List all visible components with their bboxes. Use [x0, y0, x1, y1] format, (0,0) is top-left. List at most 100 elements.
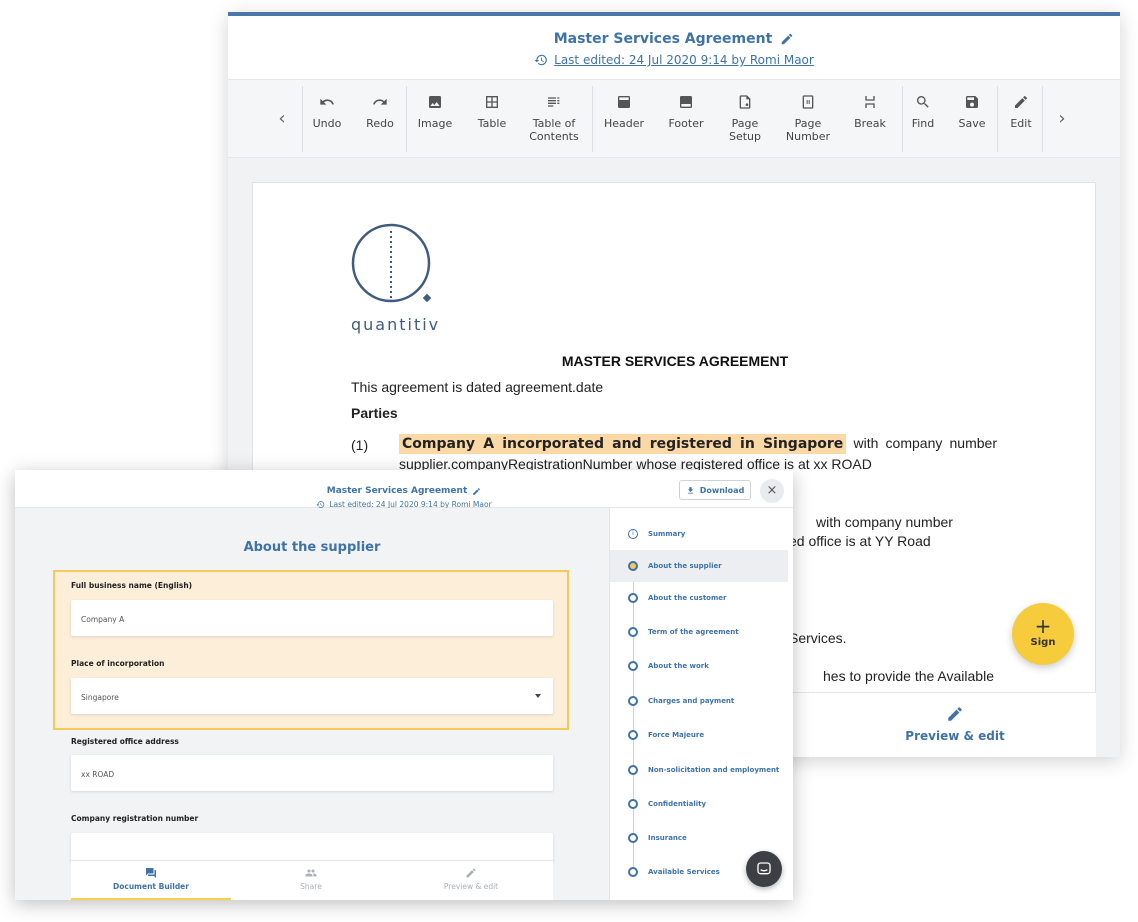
step-term[interactable]: Term of the agreement	[610, 620, 793, 644]
last-edited-link[interactable]: Last edited: 24 Jul 2020 9:14 by Romi Ma…	[534, 53, 814, 67]
incorporation-place-select[interactable]: Singapore	[71, 678, 553, 714]
find-label: Find	[911, 117, 935, 130]
highlighted-field[interactable]: Company A incorporated and registered in…	[399, 434, 847, 454]
registration-number-input[interactable]	[71, 833, 553, 863]
business-name-input[interactable]: Company A	[71, 600, 553, 636]
page-number-button[interactable]: Page Number	[779, 94, 837, 143]
plus-icon: +	[1034, 614, 1052, 638]
step-label: About the work	[648, 662, 709, 670]
toolbar-scroll-right-icon[interactable]: ›	[1052, 108, 1072, 129]
step-label: Force Majeure	[648, 731, 705, 739]
break-button[interactable]: Break	[841, 94, 899, 130]
header-icon	[618, 96, 630, 108]
step-label: About the supplier	[648, 562, 722, 570]
document-builder-tab[interactable]: Document Builder	[71, 861, 231, 900]
step-circle-icon	[628, 661, 638, 671]
footer-label: Footer	[668, 117, 704, 130]
builder-title-text: Master Services Agreement	[326, 486, 468, 496]
header-button[interactable]: Header	[595, 94, 653, 130]
step-label: Charges and payment	[648, 697, 735, 705]
doc-fragment-company-number: with company number	[816, 514, 953, 530]
step-about-work[interactable]: About the work	[610, 654, 793, 678]
chat-icon	[757, 862, 771, 875]
pencil-icon[interactable]	[780, 32, 794, 46]
table-button[interactable]: Table	[463, 94, 521, 130]
step-label: About the customer	[648, 594, 727, 602]
page-setup-button[interactable]: Page Setup	[716, 94, 774, 143]
pencil-icon	[948, 707, 962, 721]
break-label: Break	[854, 117, 886, 130]
incorporation-place-value: Singapore	[81, 693, 119, 702]
step-charges[interactable]: Charges and payment	[610, 689, 793, 713]
form-section-heading: About the supplier	[243, 540, 381, 555]
doc-fragment-services: Services.	[789, 630, 847, 646]
redo-button[interactable]: Redo	[351, 94, 409, 130]
close-button[interactable]: ×	[760, 479, 784, 503]
sign-label: Sign	[1030, 637, 1056, 648]
pencil-icon	[466, 868, 476, 878]
step-non-solicitation[interactable]: Non-solicitation and employment	[610, 758, 793, 782]
office-address-input[interactable]: xx ROAD	[71, 755, 553, 791]
incorporation-place-label: Place of incorporation	[71, 659, 165, 668]
history-icon	[534, 54, 547, 66]
toolbar-divider	[1042, 86, 1043, 152]
download-icon	[687, 486, 693, 493]
page-setup-label-line2: Setup	[728, 130, 762, 143]
page-break-icon	[865, 96, 875, 108]
chat-button[interactable]	[746, 851, 782, 887]
step-confidentiality[interactable]: Confidentiality	[610, 792, 793, 816]
step-force-majeure[interactable]: Force Majeure	[610, 723, 793, 747]
party-one-paragraph: Company A incorporated and registered in…	[399, 433, 997, 474]
page-setup-icon	[739, 95, 751, 109]
preview-edit-tab[interactable]: Preview & edit	[814, 693, 1096, 757]
builder-header: Master Services Agreement Last edited: 2…	[15, 470, 793, 509]
step-circle-icon	[628, 696, 638, 706]
step-insurance[interactable]: Insurance	[610, 826, 793, 850]
step-circle-icon	[628, 799, 638, 809]
toc-label-line1: Table of	[532, 117, 576, 130]
last-edited-text: Last edited: 24 Jul 2020 9:14 by Romi Ma…	[554, 53, 814, 67]
header-label: Header	[603, 117, 645, 130]
company-logo: quantitiv	[351, 223, 438, 334]
image-button[interactable]: Image	[406, 94, 464, 130]
step-summary[interactable]: i Summary	[610, 522, 793, 546]
save-label: Save	[958, 117, 986, 130]
dropdown-caret-icon	[535, 694, 541, 698]
redo-label: Redo	[366, 117, 394, 130]
chat-bubbles-icon	[146, 868, 156, 878]
pencil-icon[interactable]	[472, 487, 481, 496]
agreement-date-line: This agreement is dated agreement.date	[351, 379, 604, 395]
builder-document-title[interactable]: Master Services Agreement	[327, 486, 482, 496]
table-of-contents-button[interactable]: Table of Contents	[525, 94, 583, 143]
share-tab[interactable]: Share	[231, 861, 391, 900]
business-name-value: Company A	[81, 615, 125, 624]
table-label: Table	[477, 117, 507, 130]
step-about-customer[interactable]: About the customer	[610, 586, 793, 610]
download-label: Download	[699, 485, 745, 495]
document-builder-window: Master Services Agreement Last edited: 2…	[15, 470, 793, 900]
document-title[interactable]: Master Services Agreement	[554, 31, 795, 47]
builder-preview-edit-label: Preview & edit	[443, 882, 499, 891]
step-circle-icon	[628, 627, 638, 637]
business-name-label: Full business name (English)	[71, 581, 193, 590]
builder-preview-edit-tab[interactable]: Preview & edit	[391, 861, 551, 900]
toolbar-scroll-left-icon[interactable]: ‹	[272, 108, 292, 129]
undo-label: Undo	[312, 117, 342, 130]
redo-icon	[373, 98, 387, 105]
step-about-supplier[interactable]: About the supplier	[610, 550, 788, 582]
step-label: Summary	[648, 530, 686, 538]
undo-button[interactable]: Undo	[298, 94, 356, 130]
footer-button[interactable]: Footer	[657, 94, 715, 130]
agreement-heading: MASTER SERVICES AGREEMENT	[561, 353, 789, 369]
step-label: Term of the agreement	[648, 628, 739, 636]
party-number: (1)	[351, 437, 369, 453]
editor-header: Master Services Agreement Last edited: 2…	[228, 16, 1120, 80]
sign-button[interactable]: + Sign	[1012, 603, 1074, 665]
form-pane: About the supplier Full business name (E…	[15, 508, 609, 900]
quantitiv-logo-icon	[351, 223, 432, 303]
download-button[interactable]: Download	[679, 480, 751, 500]
footer-icon	[680, 96, 692, 108]
registration-number-label: Company registration number	[71, 814, 199, 823]
step-current-icon	[628, 561, 638, 571]
step-circle-icon	[628, 765, 638, 775]
